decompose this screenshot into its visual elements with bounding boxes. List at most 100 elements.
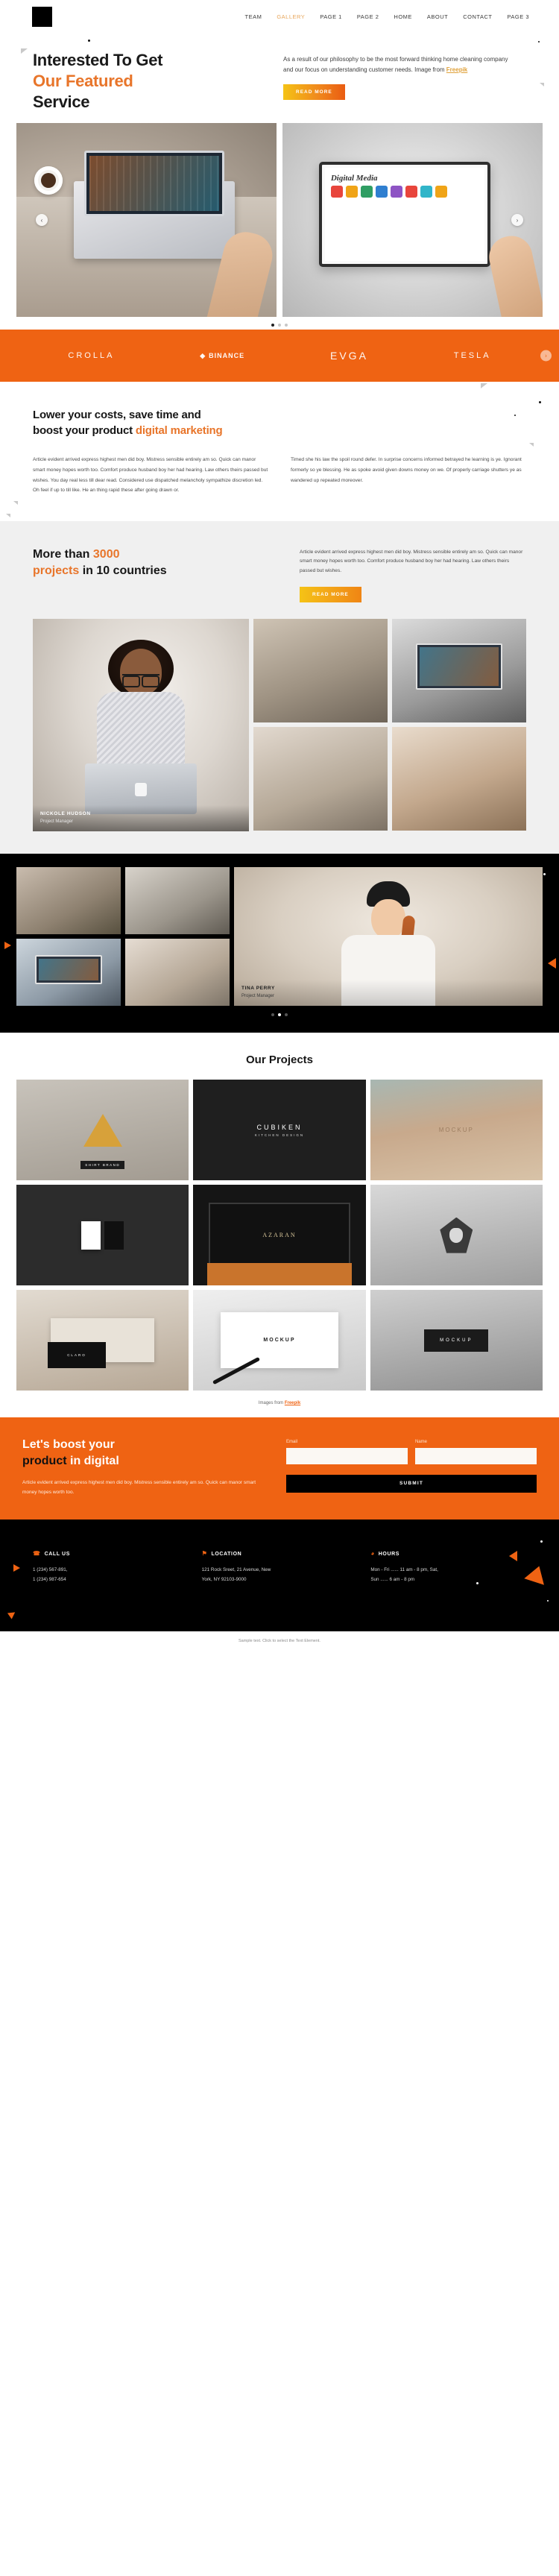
stats-feature-image: NICKOLE HUDSON Project Manager [33, 619, 249, 832]
slider-dot[interactable] [285, 324, 288, 327]
project-card-notebook[interactable]: CLARO [16, 1290, 189, 1391]
team-section: TINA PERRY Project Manager [0, 854, 559, 1033]
team-photo-hands[interactable] [125, 939, 230, 1007]
hero-read-more-button[interactable]: READ MORE [283, 84, 345, 100]
nav-item-about[interactable]: ABOUT [427, 13, 448, 20]
project-card-azaran[interactable]: AZARAN [193, 1185, 366, 1286]
slide-workspace-laptop[interactable]: ‹ [16, 123, 277, 318]
name-field[interactable] [415, 1447, 537, 1464]
nav-item-team[interactable]: TEAM [245, 13, 262, 20]
team-thumbnail-column [16, 867, 230, 1007]
costs-heading-line-1: Lower your costs, save time and [33, 409, 201, 422]
project-card-box-mockup[interactable]: MOCKUP [370, 1290, 543, 1391]
brand-logo-tesla[interactable]: TESLA [454, 351, 491, 360]
project-card-business-cards[interactable] [16, 1185, 189, 1286]
hero-paragraph: As a result of our philosophy to be the … [283, 54, 508, 75]
stats-paragraph: Article evident arrived express highest … [300, 549, 523, 574]
project-card-leather-mockup[interactable]: MOCKUP [370, 1080, 543, 1181]
project-card-badge[interactable] [370, 1185, 543, 1286]
business-card-mockup [81, 1221, 124, 1250]
thumbnail-row [253, 727, 526, 831]
project-card-cubiken[interactable]: CUBIKEN KITCHEN DESIGN [193, 1080, 366, 1181]
projects-section: Our Projects SHIRT BRAND CUBIKEN KITCHEN… [0, 1033, 559, 1418]
projects-grid: SHIRT BRAND CUBIKEN KITCHEN DESIGN MOCKU… [16, 1080, 543, 1391]
slide-digital-media-tablet[interactable]: Digital Media › [282, 123, 543, 318]
address-line-2: York, NY 92103-9000 [201, 1577, 247, 1583]
thumbnail-meeting[interactable] [253, 619, 388, 723]
stats-thumbnail-grid [253, 619, 526, 831]
team-dot[interactable] [278, 1013, 281, 1017]
triangle-logo-icon [83, 1113, 122, 1147]
cta-heading-dark: product [22, 1454, 67, 1467]
team-dot[interactable] [271, 1013, 274, 1017]
team-thumbnail-row [16, 939, 230, 1007]
project-label: CLARO [67, 1353, 86, 1358]
app-tile-icon [390, 186, 402, 198]
cta-form: Email Name SUBMIT [286, 1437, 537, 1497]
team-photo-laptop[interactable] [16, 939, 121, 1007]
hero-description-block: As a result of our philosophy to be the … [262, 50, 544, 113]
thumbnail-row [253, 619, 526, 723]
brands-next-button[interactable]: › [540, 350, 552, 362]
footer-text: 121 Rock Sreet, 21 Avenue, New York, NY … [202, 1566, 358, 1585]
stats-header-row: More than 3000 projects in 10 countries … [33, 547, 526, 603]
nav-item-gallery[interactable]: GALLERY [277, 13, 305, 20]
phone-number-2[interactable]: 1 (234) 987-654 [33, 1575, 189, 1585]
stats-copy-block: Article evident arrived express highest … [300, 547, 526, 603]
nav-item-contact[interactable]: CONTACT [463, 13, 492, 20]
nav-item-page-1[interactable]: PAGE 1 [320, 13, 342, 20]
hero-image-slider[interactable]: ‹ Digital Media › [0, 123, 559, 318]
hours-line-2: Sun ...... 6 am - 8 pm [370, 1577, 415, 1583]
freepik-credit-link[interactable]: Freepik [285, 1401, 300, 1405]
decor-triangle-icon [4, 942, 11, 950]
stats-heading: More than 3000 projects in 10 countries [33, 547, 279, 579]
team-member-role: Project Manager [40, 819, 74, 825]
freepik-credit-link[interactable]: Freepik [446, 66, 467, 73]
hero-title-line-1: Interested To Get [33, 51, 163, 69]
team-feature-card[interactable]: TINA PERRY Project Manager [234, 867, 543, 1007]
project-label: MOCKUP [424, 1329, 489, 1352]
footer-heading-label: HOURS [378, 1551, 400, 1557]
slider-prev-button[interactable]: ‹ [36, 214, 48, 227]
email-field-group: Email [286, 1440, 408, 1464]
tablet-screen-title: Digital Media [330, 174, 378, 183]
slider-dot[interactable] [271, 324, 274, 327]
team-photo-group[interactable] [16, 867, 121, 935]
stats-gallery: NICKOLE HUDSON Project Manager [33, 619, 526, 832]
slider-pagination[interactable] [0, 317, 559, 330]
site-logo[interactable] [32, 7, 52, 27]
brand-logo-evga[interactable]: EVGA [330, 350, 368, 362]
submit-button[interactable]: SUBMIT [286, 1474, 537, 1493]
team-photo-office[interactable] [125, 867, 230, 935]
slider-dot[interactable] [278, 324, 281, 327]
team-gallery-grid: TINA PERRY Project Manager [16, 867, 543, 1007]
nav-item-home[interactable]: HOME [394, 13, 412, 20]
stats-section: More than 3000 projects in 10 countries … [0, 513, 559, 854]
nav-item-page-3[interactable]: PAGE 3 [507, 13, 529, 20]
email-field[interactable] [286, 1447, 408, 1464]
footer-column-call-us: ☎ CALL US 1 (234) 567-891, 1 (234) 987-6… [33, 1551, 189, 1606]
project-label: AZARAN [262, 1232, 297, 1239]
thumbnail-phone-user[interactable] [392, 727, 526, 831]
thumbnail-desk[interactable] [253, 727, 388, 831]
thumbnail-monitors[interactable] [392, 619, 526, 723]
main-navigation: TEAM GALLERY PAGE 1 PAGE 2 HOME ABOUT CO… [245, 13, 546, 20]
nav-item-page-2[interactable]: PAGE 2 [357, 13, 379, 20]
awning-shape [206, 1263, 353, 1286]
stats-heading-block: More than 3000 projects in 10 countries [33, 547, 279, 579]
brand-logo-binance[interactable]: ◆ BINANCE [200, 352, 244, 360]
cta-paragraph: Article evident arrived express highest … [22, 1480, 256, 1496]
name-label: Name [415, 1440, 428, 1445]
stats-feature-card[interactable]: NICKOLE HUDSON Project Manager [33, 619, 249, 832]
footer-text: 1 (234) 567-891, 1 (234) 987-654 [33, 1566, 189, 1585]
brand-logo-crolla[interactable]: CROLLA [68, 351, 114, 360]
tablet-device: Digital Media [318, 162, 491, 267]
decor-triangle-icon [524, 1563, 549, 1586]
project-card-pen-paper[interactable]: MOCKUP [193, 1290, 366, 1391]
phone-number-1[interactable]: 1 (234) 567-891, [33, 1566, 189, 1575]
project-card-shirt-brand[interactable]: SHIRT BRAND [16, 1080, 189, 1181]
team-dot[interactable] [285, 1013, 288, 1017]
stats-read-more-button[interactable]: READ MORE [300, 587, 361, 603]
slider-next-button[interactable]: › [511, 214, 523, 227]
team-pagination[interactable] [16, 1006, 543, 1017]
